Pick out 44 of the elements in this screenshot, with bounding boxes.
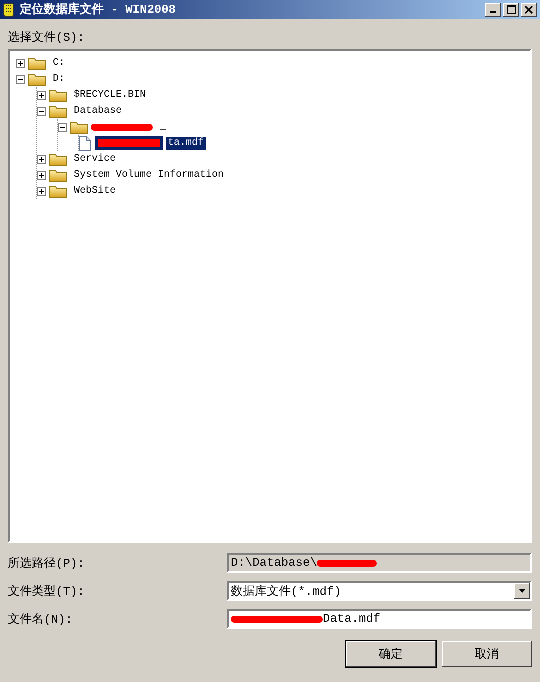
tree-item[interactable]: Database	[72, 104, 124, 118]
tree-item[interactable]: $RECYCLE.BIN	[72, 88, 148, 102]
tree-item[interactable]: Service	[72, 152, 118, 166]
tree-item[interactable]: System Volume Information	[72, 168, 226, 182]
tree-label: 选择文件(S):	[8, 30, 86, 45]
expand-icon[interactable]	[37, 170, 46, 180]
expand-icon[interactable]	[37, 186, 46, 196]
tree-item[interactable]: ta.mdf	[166, 136, 206, 150]
maximize-button[interactable]	[503, 2, 519, 16]
collapse-icon[interactable]	[58, 122, 67, 132]
document-icon	[79, 136, 91, 150]
field-label: 文件类型(T):	[8, 584, 86, 600]
file-tree[interactable]: C: D: $RECYCLE.BIN Database _ ta.mdf Service System Volume Information WebSite	[8, 49, 532, 543]
collapse-icon[interactable]	[16, 74, 25, 84]
expand-icon[interactable]	[37, 154, 46, 164]
folder-icon	[49, 88, 67, 102]
folder-icon	[49, 168, 67, 182]
tree-item[interactable]: C:	[51, 56, 68, 70]
file-type-dropdown[interactable]: 数据库文件(*.mdf)	[227, 581, 532, 601]
close-button[interactable]	[521, 2, 537, 16]
minimize-button[interactable]	[485, 2, 501, 16]
folder-icon	[70, 120, 88, 134]
folder-icon	[28, 56, 46, 70]
folder-icon	[49, 152, 67, 166]
file-name-field[interactable]: Data.mdf	[227, 609, 532, 629]
field-label: 文件名(N):	[8, 612, 74, 628]
tree-item[interactable]: D:	[51, 72, 68, 86]
folder-icon	[49, 184, 67, 198]
expand-icon[interactable]	[37, 90, 46, 100]
window-title: 定位数据库文件 - WIN2008	[20, 2, 178, 18]
database-icon	[3, 2, 15, 16]
ok-button[interactable]: 确定	[346, 641, 436, 667]
field-label: 所选路径(P):	[8, 556, 86, 572]
collapse-icon[interactable]	[37, 106, 46, 116]
folder-icon	[49, 104, 67, 118]
tree-item[interactable]: WebSite	[72, 184, 118, 198]
minimize-icon	[490, 11, 496, 13]
cancel-button[interactable]: 取消	[442, 641, 532, 667]
maximize-icon	[506, 5, 516, 14]
tree-item[interactable]: _	[158, 120, 168, 134]
folder-icon	[28, 72, 46, 86]
path-field: D:\Database\	[227, 553, 532, 573]
close-icon	[525, 6, 533, 14]
expand-icon[interactable]	[16, 58, 25, 68]
